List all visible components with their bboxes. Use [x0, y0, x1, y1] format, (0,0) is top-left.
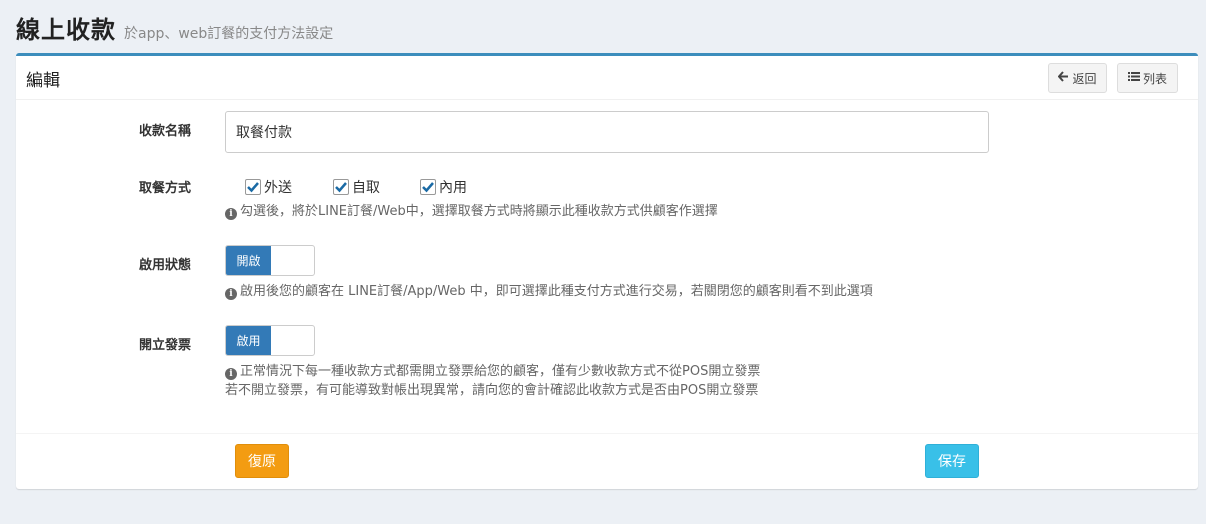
panel-header: 編輯 返回 列表	[16, 56, 1198, 100]
page-subtitle: 於app、web訂餐的支付方法設定	[124, 26, 334, 42]
status-help: i 啟用後您的顧客在 LINE訂餐/App/Web 中，即可選擇此種支付方式進行交…	[225, 282, 873, 301]
status-toggle[interactable]: 開啟	[225, 245, 315, 276]
pickup-self-checkbox[interactable]: 自取	[333, 177, 380, 197]
pickup-dinein-label: 內用	[439, 180, 467, 196]
invoice-help-line2: 若不開立發票，有可能導致對帳出現異常，請向您的會計確認此收款方式是否由POS開立…	[225, 383, 759, 398]
list-icon	[1127, 71, 1140, 85]
pickup-dinein-checkbox[interactable]: 內用	[420, 177, 467, 197]
pickup-delivery-label: 外送	[264, 180, 292, 196]
page-title: 線上收款	[16, 16, 116, 44]
name-input-value: 取餐付款	[236, 125, 292, 141]
checkbox-check-icon	[245, 179, 261, 195]
page-header: 線上收款 於app、web訂餐的支付方法設定	[16, 10, 333, 46]
name-input[interactable]: 取餐付款	[225, 111, 989, 153]
reset-button[interactable]: 復原	[235, 444, 289, 478]
invoice-help-line1: 正常情況下每一種收款方式都需開立發票給您的顧客，僅有少數收款方式不從POS開立發…	[240, 364, 761, 379]
invoice-help: i 正常情況下每一種收款方式都需開立發票給您的顧客，僅有少數收款方式不從POS開立…	[225, 362, 760, 400]
status-help-text: 啟用後您的顧客在 LINE訂餐/App/Web 中，即可選擇此種支付方式進行交易…	[240, 284, 873, 299]
save-button[interactable]: 保存	[925, 444, 979, 478]
pickup-help-text: 勾選後，將於LINE訂餐/Web中，選擇取餐方式時將顯示此種收款方式供顧客作選擇	[240, 204, 718, 219]
name-label: 收款名稱	[139, 124, 192, 139]
checkbox-check-icon	[333, 179, 349, 195]
pickup-label: 取餐方式	[139, 181, 192, 196]
panel-footer: 復原 保存	[16, 433, 1198, 489]
pickup-help: i 勾選後，將於LINE訂餐/Web中，選擇取餐方式時將顯示此種收款方式供顧客作選…	[225, 202, 718, 221]
panel-title: 編輯	[26, 71, 60, 91]
arrow-left-icon	[1058, 71, 1069, 85]
edit-panel: 編輯 返回 列表 收款名稱 取餐付款 取餐方式 外送 自取 內用 i 勾選後，將於…	[16, 53, 1198, 489]
pickup-delivery-checkbox[interactable]: 外送	[245, 177, 292, 197]
back-button-label: 返回	[1072, 71, 1097, 86]
pickup-self-label: 自取	[352, 180, 380, 196]
info-icon: i	[225, 208, 237, 220]
status-label: 啟用狀態	[139, 258, 192, 273]
invoice-label: 開立發票	[139, 338, 192, 353]
info-icon: i	[225, 288, 237, 300]
checkbox-check-icon	[420, 179, 436, 195]
list-button[interactable]: 列表	[1117, 63, 1178, 93]
status-toggle-on: 開啟	[226, 246, 271, 275]
invoice-toggle[interactable]: 啟用	[225, 325, 315, 356]
list-button-label: 列表	[1142, 71, 1167, 86]
back-button[interactable]: 返回	[1048, 63, 1107, 93]
invoice-toggle-on: 啟用	[226, 326, 271, 355]
info-icon: i	[225, 368, 237, 380]
